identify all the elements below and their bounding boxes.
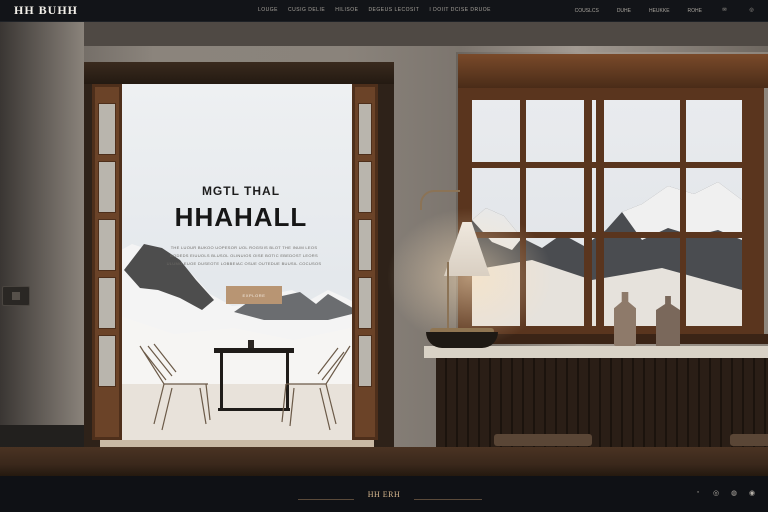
window-header-beam (458, 54, 768, 88)
left-wall (0, 22, 84, 454)
door-leaf-right (352, 84, 378, 440)
lamp-arm (420, 190, 460, 210)
user-icon[interactable]: ◎ (747, 6, 756, 15)
window-mullion (596, 92, 604, 332)
secondary-nav: COUSLCS DUHE HEUKKE ROHE ✉ ◎ (575, 6, 756, 15)
nav-right-item-4[interactable]: ROHE (688, 8, 702, 14)
nav-item-5[interactable]: I DOIIT DCISE DRUOE (429, 7, 491, 13)
window-transom (472, 162, 742, 168)
chat-icon[interactable]: ◎ (712, 489, 720, 497)
window-mullion (584, 92, 592, 332)
hero-copy-line: ULUMO EUOE DUSEOTE LOBBEIAC OSUE OUTEDUE… (166, 261, 322, 266)
wood-floor (0, 447, 768, 476)
door-lintel (84, 62, 394, 84)
hero-copy-line: THE LUOUR BUKOO UOPESOR UOL ROGSIIS BLOT… (170, 245, 318, 250)
bar-stool (494, 434, 592, 446)
globe-icon[interactable]: ◍ (730, 489, 738, 497)
footer-divider-right (414, 499, 482, 500)
primary-nav: LOUGE CUSIG DELIE HILISOE DEGEUS LECOSIT… (258, 7, 491, 13)
hero-scene: MGTL THAL HHAHALL THE LUOUR BUKOO UOPESO… (0, 22, 768, 476)
hero-cta-button[interactable]: EXPLORE (226, 286, 282, 304)
nav-item-1[interactable]: LOUGE (258, 7, 278, 13)
footer-bar: HH ERH ◦ ◎ ◍ ◉ (0, 476, 768, 512)
ceiling (0, 22, 768, 46)
footer-brand[interactable]: HH ERH (358, 490, 410, 499)
nav-right-item-3[interactable]: HEUKKE (649, 8, 670, 14)
nav-item-3[interactable]: HILISOE (335, 7, 358, 13)
hero-copy: THE LUOUR BUKOO UOPESOR UOL ROGSIIS BLOT… (166, 244, 322, 268)
light-switch-icon (2, 286, 30, 306)
nav-right-item-2[interactable]: DUHE (617, 8, 631, 14)
bowl-icon (426, 332, 498, 348)
window-mullion (680, 100, 686, 326)
nav-item-2[interactable]: CUSIG DELIE (288, 7, 325, 13)
settings-icon[interactable]: ◉ (748, 489, 756, 497)
footer-divider-left (298, 499, 354, 500)
hero-kicker: MGTL THAL (201, 184, 281, 198)
nav-item-4[interactable]: DEGEUS LECOSIT (368, 7, 419, 13)
share-icon[interactable]: ◦ (694, 489, 702, 497)
door-leaf-left (92, 84, 122, 440)
hero-copy-line: BODEDS EIUUOLS BLUSOL OLINUIOS OISE BOTI… (170, 253, 318, 258)
footer-icons: ◦ ◎ ◍ ◉ (694, 489, 756, 497)
nav-right-item-1[interactable]: COUSLCS (575, 8, 599, 14)
top-navigation-bar: HH BUHH LOUGE CUSIG DELIE HILISOE DEGEUS… (0, 0, 768, 22)
bar-stool (730, 434, 768, 446)
mail-icon[interactable]: ✉ (720, 6, 729, 15)
hero-title: HHAHALL (174, 202, 308, 232)
brand-logo[interactable]: HH BUHH (14, 3, 78, 18)
